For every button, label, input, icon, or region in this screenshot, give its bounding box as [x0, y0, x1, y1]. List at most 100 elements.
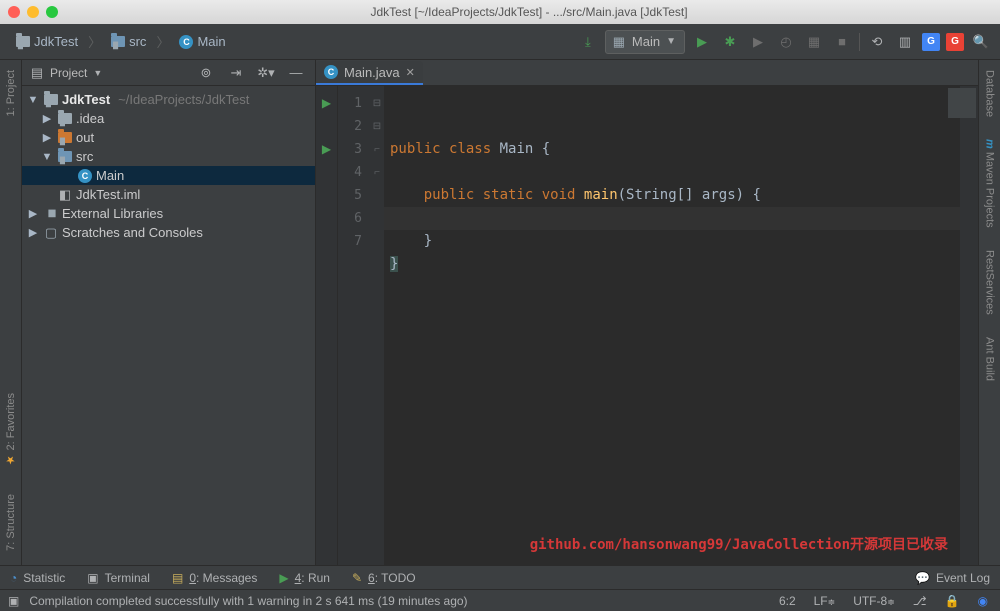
breadcrumb-project[interactable]: JdkTest — [8, 30, 86, 53]
line-separator[interactable]: LF≑ — [810, 594, 840, 608]
expand-arrow-icon[interactable]: ▼ — [40, 151, 54, 163]
folder-icon — [44, 94, 58, 105]
minimize-window-button[interactable] — [27, 6, 39, 18]
java-class-icon — [179, 35, 193, 49]
status-bar: ▣ Compilation completed successfully wit… — [0, 589, 1000, 611]
git-branch[interactable]: ⎇ — [909, 594, 931, 608]
project-structure-button[interactable]: ▥ — [894, 31, 916, 53]
fold-gutter[interactable]: ⊟⊟⌐⌐ — [370, 86, 384, 565]
close-window-button[interactable] — [8, 6, 20, 18]
attach-button[interactable]: ▦ — [803, 31, 825, 53]
maven-tool-tab[interactable]: m Maven Projects — [984, 135, 996, 232]
breadcrumb-label: Main — [197, 34, 225, 49]
terminal-tab[interactable]: ▣Terminal — [87, 571, 150, 585]
tree-label: out — [76, 130, 94, 145]
google-translate-icon[interactable]: G — [922, 33, 940, 51]
project-panel-title: Project — [50, 66, 87, 80]
messages-tab[interactable]: ▤0: Messages — [172, 571, 257, 585]
bottom-tool-tabs: ◔Statistic ▣Terminal ▤0: Messages ▶4: Ru… — [0, 565, 1000, 589]
tree-item-external-libraries[interactable]: ▶ External Libraries — [22, 204, 315, 223]
tree-item-iml[interactable]: JdkTest.iml — [22, 185, 315, 204]
database-tool-tab[interactable]: Database — [984, 66, 996, 121]
left-tool-stripe: 1: Project ★ 2: Favorites 7: Structure — [0, 60, 22, 565]
chrome-icon[interactable]: ◉ — [974, 594, 992, 608]
tree-label: Scratches and Consoles — [62, 225, 203, 240]
hide-panel-button[interactable]: — — [285, 62, 307, 84]
folder-icon — [111, 36, 125, 47]
collapse-all-button[interactable]: ⇥ — [225, 62, 247, 84]
expand-arrow-icon[interactable]: ▶ — [26, 226, 40, 239]
event-log-tab[interactable]: 💬Event Log — [915, 571, 990, 585]
editor-tab-main[interactable]: Main.java ✕ — [316, 61, 423, 85]
breadcrumb-src[interactable]: src — [103, 30, 154, 53]
tool-windows-button[interactable]: ▣ — [8, 594, 19, 608]
todo-tab[interactable]: ✎6: TODO — [352, 571, 416, 585]
folder-icon — [58, 151, 72, 162]
editor-area: Main.java ✕ ▶ ▶ 1234567 ⊟⊟⌐⌐ public clas… — [316, 60, 978, 565]
chevron-right-icon: 〉 — [156, 32, 169, 51]
code-editor[interactable]: ▶ ▶ 1234567 ⊟⊟⌐⌐ public class Main { pub… — [316, 86, 978, 565]
project-view-icon: ▤ — [30, 66, 44, 80]
locate-button[interactable]: ⊚ — [195, 62, 217, 84]
vcs-update-button[interactable]: ⟲ — [866, 31, 888, 53]
expand-arrow-icon[interactable]: ▶ — [40, 112, 54, 125]
read-only-toggle[interactable]: 🔒 — [941, 594, 964, 608]
run-button[interactable]: ▶ — [691, 31, 713, 53]
tree-item-src[interactable]: ▼ src — [22, 147, 315, 166]
run-config-label: Main — [632, 34, 660, 49]
mac-titlebar: JdkTest [~/IdeaProjects/JdkTest] - .../s… — [0, 0, 1000, 24]
run-configuration-selector[interactable]: ▦ Main ▼ — [605, 30, 685, 54]
tree-label: JdkTest.iml — [76, 187, 140, 202]
structure-tool-tab[interactable]: 7: Structure — [5, 490, 17, 555]
java-class-icon — [324, 65, 338, 79]
right-tool-stripe: Database m Maven Projects RestServices A… — [978, 60, 1000, 565]
chevron-down-icon: ▼ — [666, 36, 676, 47]
expand-arrow-icon[interactable]: ▶ — [40, 131, 54, 144]
debug-button[interactable]: ✱ — [719, 31, 741, 53]
close-tab-button[interactable]: ✕ — [406, 66, 415, 79]
java-class-icon — [78, 169, 92, 183]
build-button[interactable]: ⤓ — [577, 31, 599, 53]
expand-arrow-icon[interactable]: ▼ — [26, 94, 40, 106]
rest-tool-tab[interactable]: RestServices — [984, 246, 996, 319]
chevron-down-icon[interactable]: ▼ — [93, 68, 102, 78]
run-gutter[interactable]: ▶ ▶ — [316, 86, 338, 565]
tree-item-scratches[interactable]: ▶ Scratches and Consoles — [22, 223, 315, 242]
folder-icon — [16, 36, 30, 47]
run-coverage-button[interactable]: ▶ — [747, 31, 769, 53]
tree-item-out[interactable]: ▶ out — [22, 128, 315, 147]
minimap[interactable] — [948, 88, 976, 118]
statistic-tab[interactable]: ◔Statistic — [10, 571, 65, 585]
error-stripe[interactable]: ✓ — [960, 86, 978, 565]
profile-button[interactable]: ◴ — [775, 31, 797, 53]
project-panel: ▤ Project ▼ ⊚ ⇥ ✲▾ — ▼ JdkTest ~/IdeaPro… — [22, 60, 316, 565]
file-encoding[interactable]: UTF-8≑ — [849, 594, 899, 608]
project-tool-tab[interactable]: 1: Project — [5, 66, 17, 120]
tree-root[interactable]: ▼ JdkTest ~/IdeaProjects/JdkTest — [22, 90, 315, 109]
code-content[interactable]: public class Main { public static void m… — [384, 86, 960, 565]
tree-label: .idea — [76, 111, 104, 126]
settings-button[interactable]: ✲▾ — [255, 62, 277, 84]
application-icon: ▦ — [612, 35, 626, 49]
google-plus-icon[interactable]: G — [946, 33, 964, 51]
navigation-bar: JdkTest 〉 src 〉 Main ⤓ ▦ Main ▼ ▶ ✱ ▶ ◴ … — [0, 24, 1000, 60]
project-tree[interactable]: ▼ JdkTest ~/IdeaProjects/JdkTest ▶ .idea… — [22, 86, 315, 565]
stop-button[interactable]: ■ — [831, 31, 853, 53]
editor-tabs: Main.java ✕ — [316, 60, 978, 86]
breadcrumb-main[interactable]: Main — [171, 30, 233, 53]
tree-label: JdkTest — [62, 92, 110, 107]
tree-item-main[interactable]: Main — [22, 166, 315, 185]
window-title: JdkTest [~/IdeaProjects/JdkTest] - .../s… — [66, 5, 992, 19]
line-number-gutter[interactable]: 1234567 — [338, 86, 370, 565]
cursor-position[interactable]: 6:2 — [775, 594, 800, 608]
tree-path: ~/IdeaProjects/JdkTest — [118, 92, 249, 107]
favorites-tool-tab[interactable]: ★ 2: Favorites — [4, 389, 17, 471]
status-message: Compilation completed successfully with … — [29, 594, 765, 608]
ant-tool-tab[interactable]: Ant Build — [984, 333, 996, 385]
breadcrumb-label: JdkTest — [34, 34, 78, 49]
zoom-window-button[interactable] — [46, 6, 58, 18]
expand-arrow-icon[interactable]: ▶ — [26, 207, 40, 220]
run-tab[interactable]: ▶4: Run — [279, 571, 330, 585]
search-everywhere-button[interactable]: 🔍 — [970, 31, 992, 53]
tree-item-idea[interactable]: ▶ .idea — [22, 109, 315, 128]
